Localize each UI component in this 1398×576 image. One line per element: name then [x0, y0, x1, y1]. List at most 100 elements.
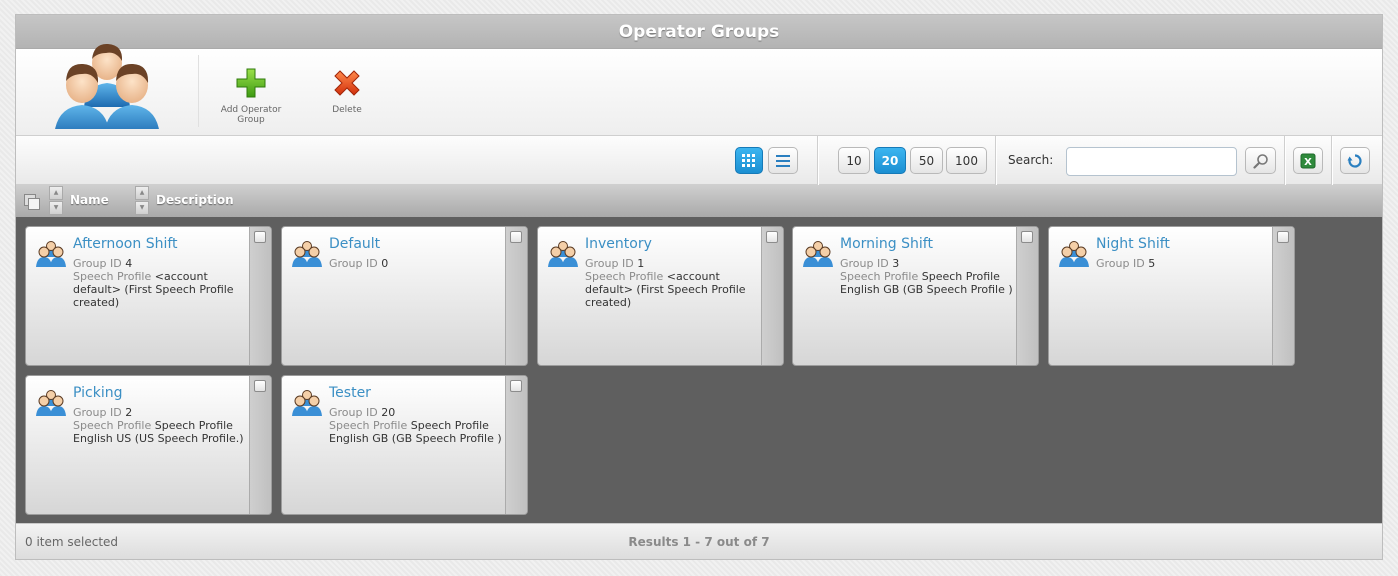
operator-group-icon [291, 239, 323, 270]
group-card[interactable]: Inventory Group ID 1 Speech Profile <acc… [537, 226, 784, 366]
group-card[interactable]: Night Shift Group ID 5 [1048, 226, 1295, 366]
column-header: ▲ ▼ Name ▲ ▼ Description [16, 185, 1382, 217]
group-id-value: 0 [381, 257, 389, 270]
magnifier-icon [1252, 153, 1268, 169]
operator-group-icon [547, 239, 579, 270]
operator-groups-panel: Operator Groups Add Operator Group Delet… [15, 14, 1383, 560]
sort-up-icon[interactable]: ▲ [49, 186, 63, 200]
filter-divider [1284, 136, 1285, 185]
group-id-label: Group ID [585, 257, 634, 270]
page-size-10-button[interactable]: 10 [838, 147, 870, 174]
group-id-value: 3 [892, 257, 900, 270]
status-footer: 0 item selected Results 1 - 7 out of 7 [16, 523, 1382, 559]
group-name[interactable]: Night Shift [1096, 236, 1272, 252]
select-all-icon[interactable] [24, 194, 40, 210]
group-card[interactable]: Morning Shift Group ID 3 Speech Profile … [792, 226, 1039, 366]
group-card[interactable]: Default Group ID 0 [281, 226, 528, 366]
group-name[interactable]: Afternoon Shift [73, 236, 249, 252]
speech-profile-label: Speech Profile [73, 270, 152, 283]
group-id-label: Group ID [73, 406, 122, 419]
sort-up-icon[interactable]: ▲ [135, 186, 149, 200]
group-name[interactable]: Tester [329, 385, 505, 401]
group-id-label: Group ID [840, 257, 889, 270]
toolbar-divider [198, 55, 199, 127]
results-summary: Results 1 - 7 out of 7 [628, 535, 770, 549]
group-id-value: 4 [125, 257, 133, 270]
card-side-strip [249, 227, 271, 365]
toolbar: Add Operator Group Delete [16, 43, 1382, 136]
group-id-value: 5 [1148, 257, 1156, 270]
group-card[interactable]: Afternoon Shift Group ID 4 Speech Profil… [25, 226, 272, 366]
add-operator-group-label: Add Operator Group [220, 105, 282, 125]
filter-divider [1331, 136, 1332, 185]
operator-group-icon [35, 388, 67, 419]
filter-divider [995, 136, 996, 185]
page-size-100-button[interactable]: 100 [946, 147, 987, 174]
card-checkbox[interactable] [510, 231, 522, 243]
card-side-strip [1272, 227, 1294, 365]
card-side-strip [505, 227, 527, 365]
page-size-20-button[interactable]: 20 [874, 147, 906, 174]
card-side-strip [1016, 227, 1038, 365]
group-name[interactable]: Inventory [585, 236, 761, 252]
sort-down-icon[interactable]: ▼ [135, 201, 149, 215]
group-card[interactable]: Picking Group ID 2 Speech Profile Speech… [25, 375, 272, 515]
filter-divider [817, 136, 818, 185]
refresh-icon [1347, 153, 1362, 168]
group-name[interactable]: Picking [73, 385, 249, 401]
speech-profile-label: Speech Profile [585, 270, 664, 283]
operator-group-icon [802, 239, 834, 270]
grid-view-icon [742, 153, 755, 167]
column-description[interactable]: Description [156, 193, 234, 207]
group-id-value: 1 [637, 257, 645, 270]
card-checkbox[interactable] [1277, 231, 1289, 243]
group-id-label: Group ID [1096, 257, 1145, 270]
name-sort-buttons[interactable]: ▲ ▼ [49, 186, 63, 216]
search-input[interactable] [1066, 147, 1237, 176]
card-checkbox[interactable] [254, 231, 266, 243]
operator-group-icon [1058, 239, 1090, 270]
group-id-label: Group ID [329, 257, 378, 270]
sort-down-icon[interactable]: ▼ [49, 201, 63, 215]
svg-text:X: X [1304, 157, 1312, 168]
group-id-label: Group ID [73, 257, 122, 270]
group-card-grid: Afternoon Shift Group ID 4 Speech Profil… [16, 217, 1382, 523]
add-operator-group-button[interactable]: Add Operator Group [214, 67, 288, 125]
export-excel-button[interactable]: X [1293, 147, 1323, 174]
group-name[interactable]: Morning Shift [840, 236, 1016, 252]
group-id-value: 2 [125, 406, 133, 419]
search-label: Search: [1008, 153, 1054, 167]
card-checkbox[interactable] [766, 231, 778, 243]
grid-view-button[interactable] [735, 147, 763, 174]
page-size-50-button[interactable]: 50 [910, 147, 943, 174]
red-x-icon [334, 70, 360, 96]
refresh-button[interactable] [1340, 147, 1370, 174]
search-button[interactable] [1245, 147, 1276, 174]
green-plus-icon [236, 68, 266, 98]
operator-group-icon [291, 388, 323, 419]
card-side-strip [761, 227, 783, 365]
speech-profile-label: Speech Profile [329, 419, 408, 432]
delete-label: Delete [332, 105, 362, 115]
page-title: Operator Groups [16, 15, 1382, 49]
operator-group-icon [55, 43, 159, 129]
card-side-strip [505, 376, 527, 514]
filter-bar: 10 20 50 100 Search: X [16, 136, 1382, 185]
group-card[interactable]: Tester Group ID 20 Speech Profile Speech… [281, 375, 528, 515]
delete-button[interactable]: Delete [320, 67, 374, 115]
description-sort-buttons[interactable]: ▲ ▼ [135, 186, 149, 216]
group-name[interactable]: Default [329, 236, 505, 252]
card-checkbox[interactable] [254, 380, 266, 392]
group-id-value: 20 [381, 406, 396, 419]
operator-group-icon [35, 239, 67, 270]
card-checkbox[interactable] [1021, 231, 1033, 243]
speech-profile-label: Speech Profile [73, 419, 152, 432]
list-view-button[interactable] [768, 147, 798, 174]
excel-icon: X [1300, 153, 1316, 168]
speech-profile-label: Speech Profile [840, 270, 919, 283]
list-view-icon [776, 154, 790, 167]
card-checkbox[interactable] [510, 380, 522, 392]
card-side-strip [249, 376, 271, 514]
group-id-label: Group ID [329, 406, 378, 419]
column-name[interactable]: Name [70, 193, 109, 207]
